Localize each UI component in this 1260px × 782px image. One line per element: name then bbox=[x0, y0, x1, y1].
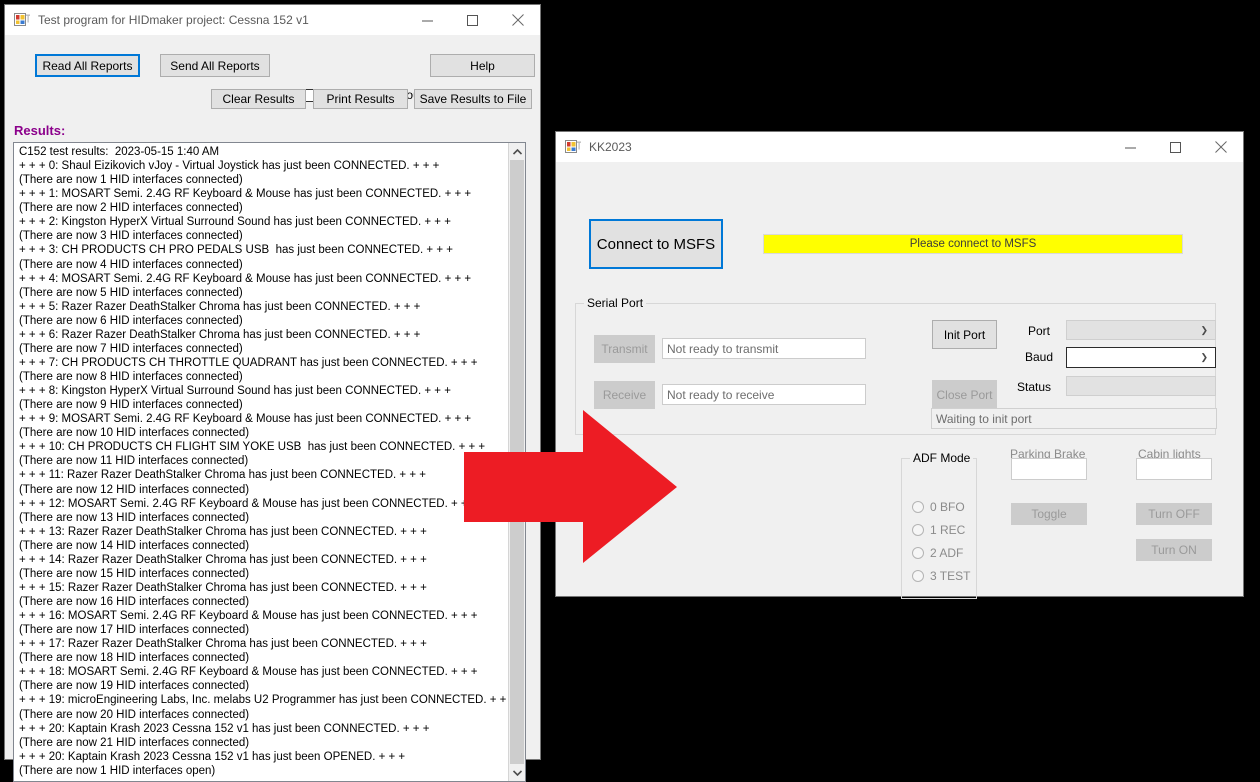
adf-option-label: 1 REC bbox=[930, 523, 966, 537]
transmit-status-field[interactable]: Not ready to transmit bbox=[662, 338, 866, 359]
msfs-status-banner: Please connect to MSFS bbox=[763, 234, 1183, 254]
radio-circle-icon[interactable] bbox=[912, 547, 924, 559]
connect-to-msfs-button[interactable]: Connect to MSFS bbox=[589, 219, 723, 269]
receive-button[interactable]: Receive bbox=[594, 381, 655, 409]
radio-circle-icon[interactable] bbox=[912, 524, 924, 536]
serial-port-group-title: Serial Port bbox=[584, 296, 647, 310]
winforms-app-icon bbox=[14, 12, 30, 28]
adf-option-label: 0 BFO bbox=[930, 500, 965, 514]
port-label: Port bbox=[1028, 324, 1051, 338]
kk2023-title-text: KK2023 bbox=[589, 140, 632, 154]
close-icon[interactable] bbox=[495, 5, 540, 35]
hidmaker-test-window: Test program for HIDmaker project: Cessn… bbox=[4, 4, 541, 782]
minimize-icon[interactable] bbox=[1108, 132, 1153, 162]
radio-circle-icon[interactable] bbox=[912, 501, 924, 513]
hidmaker-title-text: Test program for HIDmaker project: Cessn… bbox=[38, 13, 309, 27]
kk2023-client-area: Connect to MSFS Please connect to MSFS S… bbox=[556, 162, 1243, 599]
kk2023-titlebar: KK2023 bbox=[556, 132, 1243, 162]
cabin-lights-turn-off-button[interactable]: Turn OFF bbox=[1136, 503, 1212, 525]
status-label: Status bbox=[1017, 380, 1052, 394]
serial-status-field bbox=[1066, 376, 1216, 396]
results-label: Results: bbox=[14, 123, 66, 138]
help-button[interactable]: Help bbox=[430, 54, 535, 77]
kk2023-window: KK2023 Connect to MSFS Please connect to… bbox=[555, 131, 1244, 599]
baud-select[interactable]: ❯ bbox=[1066, 347, 1216, 368]
close-icon[interactable] bbox=[1198, 132, 1243, 162]
results-output-panel: C152 test results: 2023-05-15 1:40 AM + … bbox=[13, 142, 526, 782]
adf-option-3-test[interactable]: 3 TEST bbox=[912, 569, 970, 583]
adf-option-0-bfo[interactable]: 0 BFO bbox=[912, 500, 965, 514]
cabin-lights-field[interactable] bbox=[1136, 458, 1212, 480]
minimize-icon[interactable] bbox=[405, 5, 450, 35]
scrollbar-track[interactable] bbox=[509, 160, 525, 764]
chevron-down-icon: ❯ bbox=[1200, 324, 1208, 335]
adf-option-label: 2 ADF bbox=[930, 546, 964, 560]
clear-results-button[interactable]: Clear Results bbox=[211, 89, 306, 109]
winforms-app-icon bbox=[565, 139, 581, 155]
adf-option-2-adf[interactable]: 2 ADF bbox=[912, 546, 963, 560]
maximize-icon[interactable] bbox=[450, 5, 495, 35]
adf-option-1-rec[interactable]: 1 REC bbox=[912, 523, 965, 537]
cabin-lights-turn-on-button[interactable]: Turn ON bbox=[1136, 539, 1212, 561]
hidmaker-client-area: Read All Reports Send All Reports Update… bbox=[5, 35, 540, 782]
receive-status-field[interactable]: Not ready to receive bbox=[662, 384, 866, 405]
transmit-button[interactable]: Transmit bbox=[594, 335, 655, 363]
save-results-to-file-button[interactable]: Save Results to File bbox=[414, 89, 532, 109]
chevron-down-icon[interactable] bbox=[509, 764, 525, 781]
port-status-message: Waiting to init port bbox=[931, 408, 1217, 429]
parking-brake-toggle-button[interactable]: Toggle bbox=[1011, 503, 1087, 525]
read-all-reports-button[interactable]: Read All Reports bbox=[35, 54, 140, 77]
parking-brake-field[interactable] bbox=[1011, 458, 1087, 480]
print-results-button[interactable]: Print Results bbox=[313, 89, 408, 109]
scrollbar-thumb[interactable] bbox=[510, 160, 524, 764]
init-port-button[interactable]: Init Port bbox=[932, 320, 997, 349]
chevron-down-icon: ❯ bbox=[1200, 352, 1208, 362]
hidmaker-titlebar: Test program for HIDmaker project: Cessn… bbox=[5, 5, 540, 35]
maximize-icon[interactable] bbox=[1153, 132, 1198, 162]
close-port-button[interactable]: Close Port bbox=[932, 380, 997, 409]
baud-label: Baud bbox=[1025, 350, 1054, 364]
hidmaker-window-controls bbox=[405, 5, 540, 35]
adf-mode-group: ADF Mode 0 BFO 1 REC 2 ADF 3 TEST bbox=[901, 451, 977, 599]
radio-circle-icon[interactable] bbox=[912, 570, 924, 582]
serial-port-group: Serial Port Transmit Not ready to transm… bbox=[575, 296, 1217, 435]
send-all-reports-button[interactable]: Send All Reports bbox=[160, 54, 270, 77]
results-scrollbar[interactable] bbox=[508, 143, 525, 781]
kk2023-window-controls bbox=[1108, 132, 1243, 162]
adf-option-label: 3 TEST bbox=[930, 569, 971, 583]
chevron-up-icon[interactable] bbox=[509, 143, 525, 160]
results-text-content[interactable]: C152 test results: 2023-05-15 1:40 AM + … bbox=[14, 143, 508, 781]
port-select[interactable]: ❯ bbox=[1066, 320, 1216, 340]
adf-mode-group-title: ADF Mode bbox=[910, 451, 974, 465]
